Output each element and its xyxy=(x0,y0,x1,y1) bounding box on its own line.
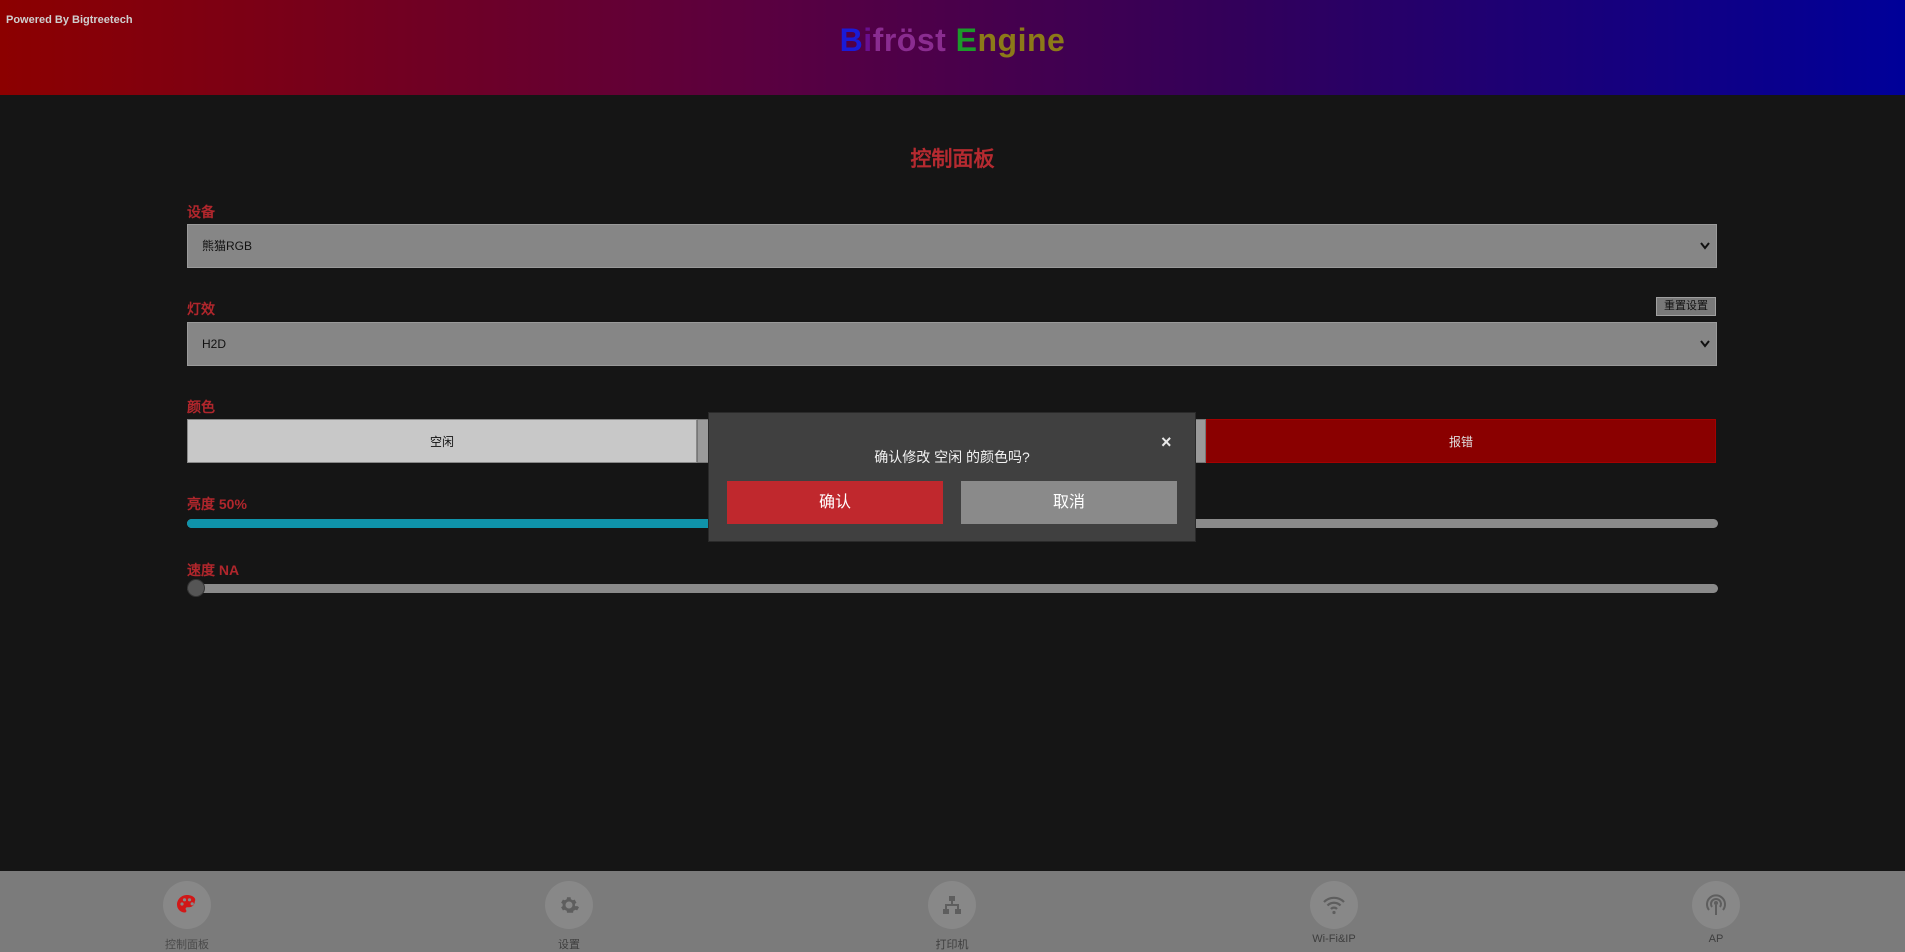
gear-icon xyxy=(545,881,593,929)
nav-item-settings[interactable]: 设置 xyxy=(489,871,649,952)
device-select[interactable]: 熊猫RGB xyxy=(187,224,1717,268)
device-label: 设备 xyxy=(187,204,215,220)
speed-label: 速度 NA xyxy=(187,562,240,578)
chevron-down-icon xyxy=(1700,323,1710,383)
nav-item-control-panel[interactable]: 控制面板 xyxy=(107,871,267,952)
effect-label: 灯效 xyxy=(187,301,215,317)
nav-label: 控制面板 xyxy=(165,939,209,951)
nav-item-printer[interactable]: 打印机 xyxy=(872,871,1032,952)
confirm-button[interactable]: 确认 xyxy=(727,481,943,524)
network-icon xyxy=(928,881,976,929)
brand-part-5: ngine xyxy=(977,22,1066,58)
palette-icon xyxy=(163,881,211,929)
speed-slider[interactable] xyxy=(187,579,1718,597)
color-idle-button[interactable]: 空闲 xyxy=(187,419,697,463)
color-label: 颜色 xyxy=(187,399,215,415)
color-error-button[interactable]: 报错 xyxy=(1206,419,1716,463)
page-title: 控制面板 xyxy=(910,148,995,171)
brand-title: Bifröst Engine xyxy=(0,22,1905,59)
app-header: Powered By Bigtreetech Bifröst Engine xyxy=(0,0,1905,95)
reset-settings-button[interactable]: 重置设置 xyxy=(1656,297,1716,316)
brand-part-2: i xyxy=(863,22,873,58)
chevron-down-icon xyxy=(1700,225,1710,285)
dialog-message: 确认修改 空闲 的颜色吗? xyxy=(874,449,1030,465)
speed-slider-thumb[interactable] xyxy=(187,579,205,597)
nav-item-ap[interactable]: AP xyxy=(1636,871,1796,952)
antenna-icon xyxy=(1692,881,1740,929)
brand-part-4: E xyxy=(946,22,978,58)
bottom-nav: 控制面板 设置 打印机 Wi-Fi&IP AP xyxy=(0,871,1905,952)
nav-label: 打印机 xyxy=(935,939,969,951)
effect-select[interactable]: H2D xyxy=(187,322,1717,366)
effect-select-value: H2D xyxy=(202,337,227,351)
cancel-button[interactable]: 取消 xyxy=(961,481,1177,524)
nav-label: 设置 xyxy=(558,939,580,951)
brightness-label: 亮度 50% xyxy=(187,496,247,512)
wifi-icon xyxy=(1310,881,1358,929)
brand-part-1: B xyxy=(839,22,864,58)
nav-label: Wi-Fi&IP xyxy=(1312,933,1356,945)
close-icon[interactable]: × xyxy=(1161,433,1172,451)
brand-part-3: fröst xyxy=(872,22,947,58)
nav-item-wifi[interactable]: Wi-Fi&IP xyxy=(1254,871,1414,952)
device-select-value: 熊猫RGB xyxy=(202,239,253,253)
confirm-color-dialog: 确认修改 空闲 的颜色吗? × 确认 取消 xyxy=(709,413,1195,541)
nav-label: AP xyxy=(1708,933,1724,945)
